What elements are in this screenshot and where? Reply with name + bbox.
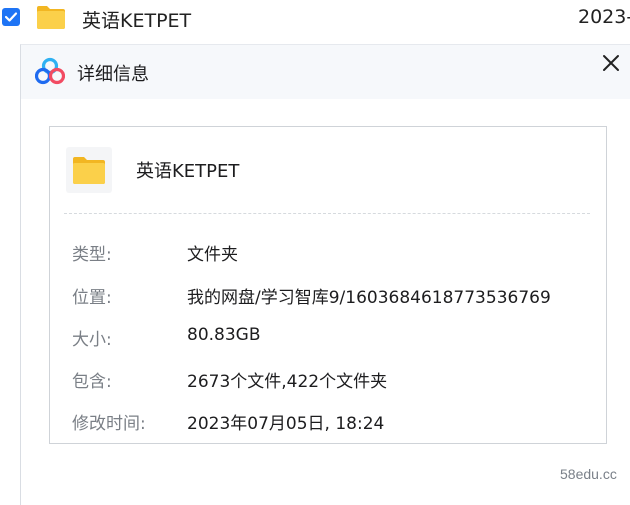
detail-row-location: 位置: 我的网盘/学习智库9/1603684618773536769 xyxy=(72,283,592,309)
detail-value: 文件夹 xyxy=(187,245,238,265)
folder-icon xyxy=(73,157,105,184)
detail-label: 修改时间: xyxy=(72,414,146,434)
folder-icon xyxy=(37,6,65,29)
watermark: 58edu.cc xyxy=(560,466,617,482)
dialog-header: 详细信息 xyxy=(21,45,630,99)
detail-value: 我的网盘/学习智库9/1603684618773536769 xyxy=(187,288,551,308)
detail-value: 2673个文件,422个文件夹 xyxy=(187,372,388,392)
divider xyxy=(64,213,590,214)
dialog-title: 详细信息 xyxy=(77,64,149,85)
row-file-name[interactable]: 英语KETPET xyxy=(82,6,191,33)
checkmark-icon xyxy=(4,12,18,22)
detail-label: 位置: xyxy=(72,288,112,308)
close-icon[interactable] xyxy=(599,51,623,75)
detail-row-type: 类型: 文件夹 xyxy=(72,240,592,266)
detail-label: 包含: xyxy=(72,372,112,392)
row-checkbox[interactable] xyxy=(2,8,20,26)
file-name: 英语KETPET xyxy=(136,161,240,182)
row-modified-date: 2023- xyxy=(578,6,630,28)
file-list-row[interactable]: 英语KETPET 2023- xyxy=(0,0,630,40)
detail-label: 类型: xyxy=(72,245,112,265)
details-card: 英语KETPET 类型: 文件夹 位置: 我的网盘/学习智库9/16036846… xyxy=(49,126,607,444)
detail-row-modified: 修改时间: 2023年07月05日, 18:24 xyxy=(72,409,592,435)
detail-value: 2023年07月05日, 18:24 xyxy=(187,414,385,434)
detail-row-contains: 包含: 2673个文件,422个文件夹 xyxy=(72,367,592,393)
detail-value: 80.83GB xyxy=(187,325,261,345)
baidu-netdisk-cloud-icon xyxy=(35,57,65,85)
details-dialog: 详细信息 英语KETPET 类型: 文件夹 位置: 我的网盘/学习智库9/160… xyxy=(20,44,630,505)
detail-row-size: 大小: 80.83GB xyxy=(72,325,592,351)
detail-label: 大小: xyxy=(72,330,112,350)
file-thumbnail xyxy=(66,147,112,193)
